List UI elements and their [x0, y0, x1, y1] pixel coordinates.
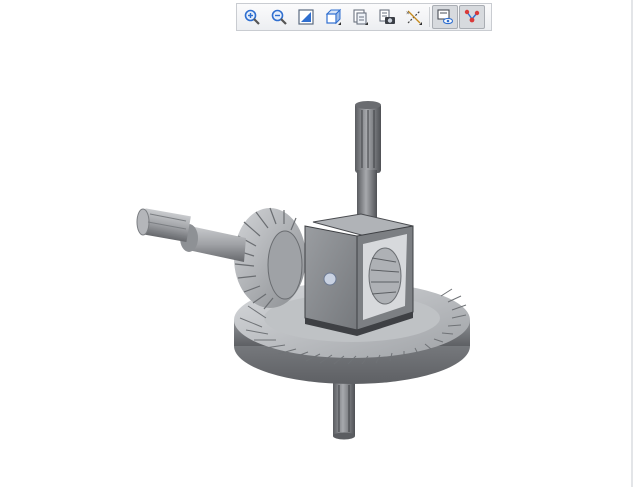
refit-icon [298, 9, 314, 25]
spin-center-icon [437, 9, 454, 25]
toolbar-separator [429, 7, 430, 27]
svg-text:×: × [406, 11, 410, 17]
datum-display-icon: × [406, 10, 422, 25]
zoom-in-icon [244, 9, 260, 25]
model-viewport[interactable] [0, 34, 633, 487]
view-manager-button[interactable] [374, 5, 400, 29]
spin-center-button[interactable] [432, 5, 458, 29]
view-manager-icon [379, 9, 395, 24]
gearbox-model [136, 101, 470, 440]
annotation-display-button[interactable] [459, 5, 485, 29]
saved-views-icon [353, 9, 368, 25]
vertical-shaft [355, 101, 381, 220]
annotation-display-icon [464, 9, 480, 23]
saved-views-button[interactable] [347, 5, 373, 29]
refit-button[interactable] [293, 5, 319, 29]
zoom-out-icon [271, 9, 287, 25]
graphics-toolbar: × [236, 3, 492, 31]
datum-display-button[interactable]: × [401, 5, 427, 29]
display-style-button[interactable] [320, 5, 346, 29]
gear-housing [304, 213, 414, 336]
zoom-out-button[interactable] [266, 5, 292, 29]
display-style-icon [325, 8, 342, 25]
zoom-in-button[interactable] [239, 5, 265, 29]
horizontal-shaft [136, 208, 246, 262]
